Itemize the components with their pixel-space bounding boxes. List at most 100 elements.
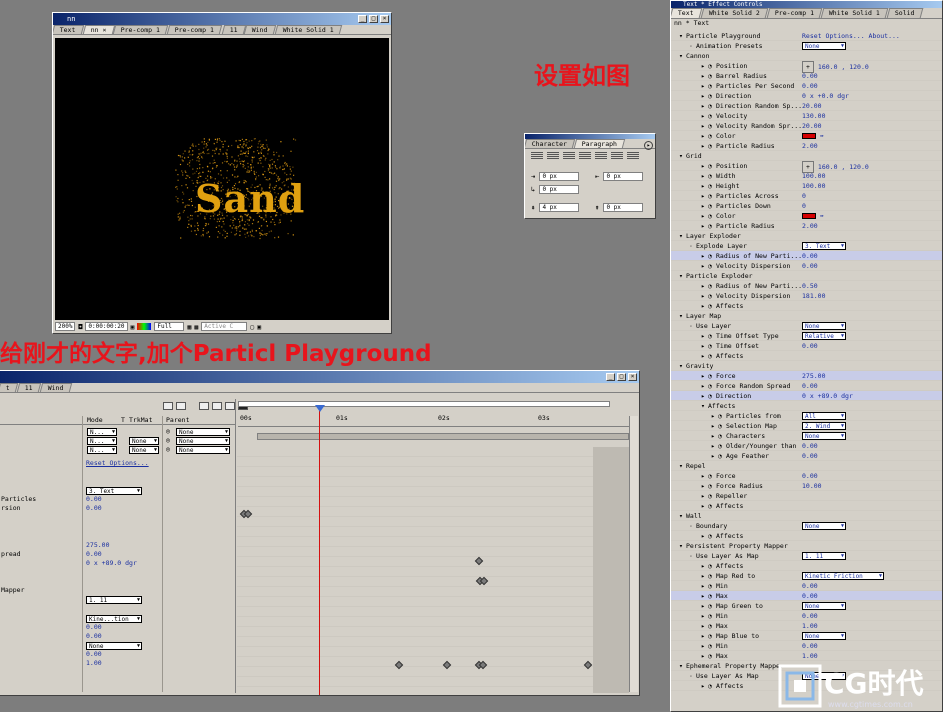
property-row[interactable] (0, 532, 235, 541)
effect-value[interactable]: 0.00 (802, 71, 818, 81)
effect-row[interactable]: ▸ ◔ Width 100.00 (671, 171, 942, 181)
twirl-icon[interactable]: ▸ (711, 451, 715, 461)
property-value[interactable]: 3. Text (86, 487, 142, 496)
twirl-icon[interactable]: ▾ (679, 311, 683, 321)
stopwatch-icon[interactable]: ◔ (708, 681, 712, 691)
effect-row[interactable]: ▸ ◔ Older/Younger than 0.00 (671, 441, 942, 451)
effect-row[interactable]: ▸ ◔ Map Blue to None (671, 631, 942, 641)
property-value[interactable]: Reset Options... (86, 459, 149, 468)
property-row[interactable]: Kine...tion (0, 614, 235, 623)
camera-icon[interactable]: ◘ (78, 323, 82, 331)
effect-row[interactable]: ▸ ◔ Affects (671, 561, 942, 571)
stopwatch-icon[interactable]: ◔ (708, 601, 712, 611)
effect-row[interactable]: ▸ ◔ Particle Radius 2.00 (671, 221, 942, 231)
stopwatch-icon[interactable]: ◔ (708, 71, 712, 81)
panel-menu-icon[interactable]: ▸ (644, 141, 653, 150)
stopwatch-icon[interactable]: ◔ (708, 471, 712, 481)
twirl-icon[interactable]: ▸ (701, 641, 705, 651)
twirl-icon[interactable]: ▸ (701, 211, 705, 221)
stopwatch-icon[interactable]: ◔ (708, 111, 712, 121)
twirl-icon[interactable]: ▸ (701, 591, 705, 601)
effect-row[interactable]: ▾ Particle Playground Reset Options... Abo… (671, 31, 942, 41)
effect-row[interactable]: ▸ ◔ Particle Radius 2.00 (671, 141, 942, 151)
property-value[interactable]: 0.00 (86, 495, 102, 504)
timeline-scrollbar[interactable] (629, 416, 638, 692)
effect-row[interactable]: ▸ ◔ Velocity 130.00 (671, 111, 942, 121)
twirl-icon[interactable]: ▾ (679, 541, 683, 551)
mode-dropdown[interactable]: N... (87, 446, 117, 454)
property-value[interactable]: 0.00 (86, 623, 102, 632)
twirl-icon[interactable]: · (689, 671, 693, 681)
timeline-tool-icon[interactable] (225, 402, 235, 410)
effect-row[interactable]: · Boundary None (671, 521, 942, 531)
effect-row[interactable]: ▾ Gravity (671, 361, 942, 371)
twirl-icon[interactable]: ▸ (701, 301, 705, 311)
twirl-icon[interactable]: ▸ (701, 141, 705, 151)
effect-value[interactable]: 2.00 (802, 221, 818, 231)
effect-dropdown[interactable]: 2. Wind (802, 421, 846, 431)
effect-value[interactable]: 20.00 (802, 101, 822, 111)
effect-row[interactable]: ▸ ◔ Particles Down 0 (671, 201, 942, 211)
twirl-icon[interactable]: ▸ (701, 391, 705, 401)
time-ruler[interactable]: 00s 01s 02s 03s (238, 411, 630, 427)
tab-effect-1[interactable]: White Solid 2 (700, 8, 768, 18)
cti-head-icon[interactable] (315, 405, 325, 412)
effect-value[interactable]: 1.00 (802, 621, 818, 631)
twirl-icon[interactable]: ▸ (701, 171, 705, 181)
effect-row[interactable]: ▸ ◔ Radius of New Parti... 0.50 (671, 281, 942, 291)
effect-dropdown[interactable]: None (802, 321, 846, 331)
stopwatch-icon[interactable]: ◔ (708, 181, 712, 191)
stopwatch-icon[interactable]: ◔ (708, 591, 712, 601)
effect-row[interactable]: ▸ ◔ Min 0.00 (671, 611, 942, 621)
property-row[interactable]: 275.00 (0, 541, 235, 550)
property-value[interactable]: 0.00 (86, 650, 102, 659)
timeline-tool-icon[interactable] (212, 402, 222, 410)
effect-dropdown[interactable]: All (802, 411, 846, 421)
effect-row[interactable]: ▾ Wall (671, 511, 942, 521)
stopwatch-icon[interactable]: ◔ (718, 421, 722, 431)
twirl-icon[interactable]: ▸ (701, 111, 705, 121)
tab-comp-4[interactable]: 11 (221, 25, 246, 34)
twirl-icon[interactable]: ▸ (701, 561, 705, 571)
effect-value[interactable]: 100.00 (802, 171, 825, 181)
twirl-icon[interactable]: ▸ (701, 601, 705, 611)
tab-timeline-0[interactable]: t (0, 383, 19, 392)
twirl-icon[interactable]: ▸ (701, 251, 705, 261)
twirl-icon[interactable]: · (689, 321, 693, 331)
tab-effect-3[interactable]: White Solid 1 (820, 8, 888, 18)
effect-row[interactable]: ▸ ◔ Max 0.00 (671, 591, 942, 601)
color-channel-icon[interactable] (137, 323, 152, 330)
stopwatch-icon[interactable]: ◔ (708, 371, 712, 381)
twirl-icon[interactable]: ▸ (701, 341, 705, 351)
parent-dropdown[interactable]: None (176, 437, 230, 445)
twirl-icon[interactable]: · (689, 241, 693, 251)
effect-row[interactable]: ▸ ◔ Particles Per Second 0.00 (671, 81, 942, 91)
property-row[interactable]: Reset Options... (0, 459, 235, 468)
tab-comp-2[interactable]: Pre-comp 1 (113, 25, 169, 34)
effect-row[interactable]: ▸ ◔ Time Offset 0.00 (671, 341, 942, 351)
effect-value[interactable]: 0 (802, 191, 806, 201)
effect-row[interactable]: ▸ ◔ Affects (671, 531, 942, 541)
stopwatch-icon[interactable]: ◔ (708, 301, 712, 311)
effect-value[interactable]: 0 x +89.0 dgr (802, 391, 853, 401)
effect-row[interactable]: ▾ Affects (671, 401, 942, 411)
property-row[interactable] (0, 523, 235, 532)
effect-row[interactable]: ▸ ◔ Position + 160.0 , 120.0 (671, 61, 942, 73)
effect-row[interactable]: ▸ ◔ Affects (671, 351, 942, 361)
effect-row[interactable]: ▾ Layer Map (671, 311, 942, 321)
twirl-icon[interactable]: ▸ (701, 221, 705, 231)
property-row[interactable]: 1. 11 (0, 595, 235, 605)
effect-value[interactable]: 0.00 (802, 381, 818, 391)
effect-dropdown[interactable]: None (802, 601, 846, 611)
current-time-indicator[interactable] (319, 407, 320, 695)
timeline-tool-icon[interactable] (163, 402, 173, 410)
property-row[interactable]: Mapper (0, 586, 235, 595)
effect-dropdown[interactable]: Kinetic Friction (802, 571, 884, 581)
property-value[interactable]: 1. 11 (86, 596, 142, 605)
effect-row[interactable]: ▸ ◔ Max 1.00 (671, 621, 942, 631)
effect-dropdown[interactable]: None (802, 41, 846, 51)
twirl-icon[interactable]: ▾ (701, 401, 705, 411)
twirl-icon[interactable]: ▸ (701, 61, 705, 71)
stopwatch-icon[interactable]: ◔ (708, 221, 712, 231)
camera-select[interactable]: Active C (201, 322, 248, 331)
